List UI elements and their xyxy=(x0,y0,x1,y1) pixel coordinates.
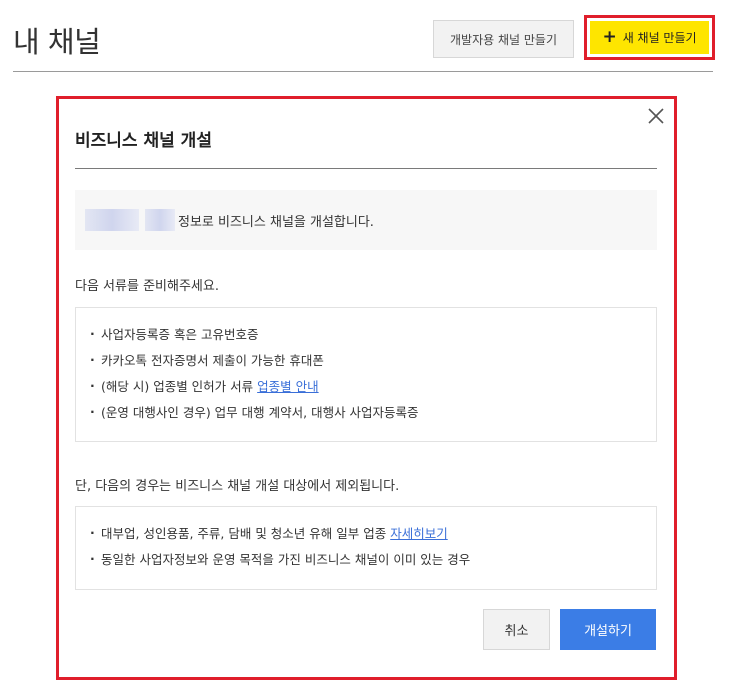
cancel-button[interactable]: 취소 xyxy=(483,609,550,650)
details-link[interactable]: 자세히보기 xyxy=(390,526,448,541)
page-header: 내 채널 개발자용 채널 만들기 + 새 채널 만들기 xyxy=(13,0,715,72)
title-divider xyxy=(75,168,657,169)
modal-title: 비즈니스 채널 개설 xyxy=(75,131,212,151)
create-developer-channel-button[interactable]: 개발자용 채널 만들기 xyxy=(433,20,574,58)
business-channel-modal: 비즈니스 채널 개설 정보로 비즈니스 채널을 개설합니다. 다음 서류를 준비… xyxy=(56,96,677,680)
close-icon[interactable] xyxy=(647,107,665,125)
open-channel-button[interactable]: 개설하기 xyxy=(560,609,656,650)
list-item: 카카오톡 전자증명서 제출이 가능한 휴대폰 xyxy=(90,347,642,374)
prepare-heading: 다음 서류를 준비해주세요. xyxy=(75,279,219,294)
account-info-box: 정보로 비즈니스 채널을 개설합니다. xyxy=(75,190,657,250)
redacted-account-info xyxy=(85,209,175,231)
create-new-channel-label: 새 채널 만들기 xyxy=(622,31,697,45)
list-item: 대부업, 성인용품, 주류, 담배 및 청소년 유해 일부 업종 자세히보기 xyxy=(90,520,642,547)
list-item: 동일한 사업자정보와 운영 목적을 가진 비즈니스 채널이 이미 있는 경우 xyxy=(90,546,642,573)
list-item: 사업자등록증 혹은 고유번호증 xyxy=(90,321,642,348)
industry-guide-link[interactable]: 업종별 안내 xyxy=(257,379,318,394)
new-channel-highlight: + 새 채널 만들기 xyxy=(584,15,715,60)
exclude-heading: 단, 다음의 경우는 비즈니스 채널 개설 대상에서 제외됩니다. xyxy=(75,479,400,494)
plus-icon: + xyxy=(602,27,617,47)
list-item: (운영 대행사인 경우) 업무 대행 계약서, 대행사 사업자등록증 xyxy=(90,399,642,426)
page-title: 내 채널 xyxy=(13,25,101,59)
account-info-text: 정보로 비즈니스 채널을 개설합니다. xyxy=(178,214,374,230)
list-item: (해당 시) 업종별 인허가 서류 업종별 안내 xyxy=(90,373,642,400)
exclude-list: 대부업, 성인용품, 주류, 담배 및 청소년 유해 일부 업종 자세히보기 동… xyxy=(75,506,657,590)
prepare-list: 사업자등록증 혹은 고유번호증 카카오톡 전자증명서 제출이 가능한 휴대폰 (… xyxy=(75,307,657,442)
create-new-channel-button[interactable]: + 새 채널 만들기 xyxy=(590,21,709,54)
